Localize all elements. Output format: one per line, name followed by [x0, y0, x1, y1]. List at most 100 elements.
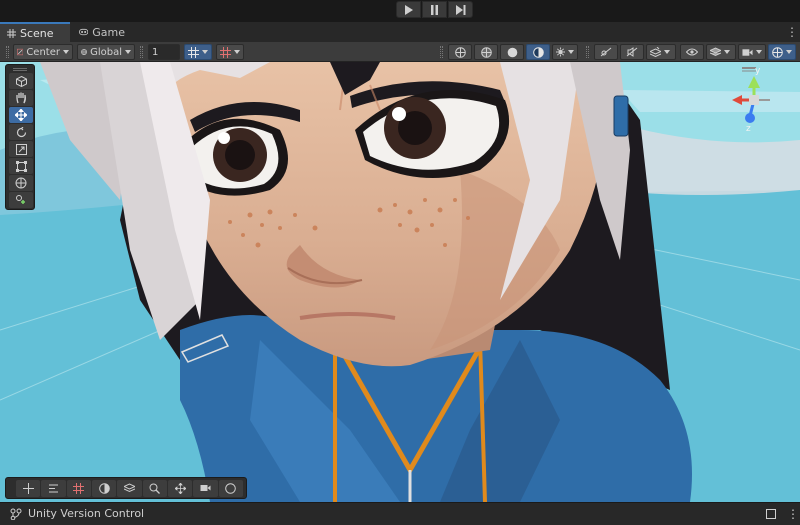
compass-icon	[225, 482, 237, 494]
overlay-camera-button[interactable]	[193, 479, 218, 497]
camera-icon	[200, 485, 211, 491]
sun-icon	[556, 47, 565, 57]
chevron-down-icon	[568, 50, 574, 54]
chevron-down-icon	[664, 50, 670, 54]
grid-snap-field[interactable]: 1	[148, 44, 180, 60]
custom-tool-button[interactable]	[9, 192, 33, 208]
toolbar-grip	[586, 46, 589, 58]
scene-toolbar: Center Global 1	[0, 42, 800, 62]
grid-icon	[73, 482, 85, 494]
pause-icon	[431, 4, 438, 15]
scene-viewport[interactable]	[0, 62, 800, 502]
overlay-move-button[interactable]	[16, 479, 41, 497]
custom-tool-icon	[16, 195, 25, 204]
kebab-menu-icon[interactable]: ⋮	[787, 507, 799, 521]
increment-snap-icon	[220, 46, 231, 58]
shaded-wireframe-icon	[480, 46, 492, 58]
lit-shading-button[interactable]	[526, 44, 550, 60]
hand-tool-icon	[15, 92, 26, 104]
transform-tool-button[interactable]	[9, 175, 33, 191]
layers-dropdown[interactable]	[706, 44, 736, 60]
toolbar-grip	[140, 46, 143, 58]
tab-game[interactable]: Game	[72, 22, 132, 42]
pause-button[interactable]	[422, 1, 447, 18]
scene-grid-icon	[7, 28, 16, 38]
play-icon	[405, 4, 413, 15]
2d-toggle-button[interactable]	[594, 44, 618, 60]
overlay-compass-button[interactable]	[218, 479, 243, 497]
transform-tool-icon	[15, 177, 27, 189]
overlay-toolbar	[5, 477, 247, 499]
rect-tool-button[interactable]	[9, 158, 33, 174]
handle-space-dropdown[interactable]: Global	[77, 44, 135, 60]
scale-tool-icon	[15, 143, 27, 155]
chevron-down-icon	[63, 50, 69, 54]
overlay-snapping-button[interactable]	[41, 479, 66, 497]
shaded-wireframe-button[interactable]	[474, 44, 498, 60]
chevron-down-icon	[756, 50, 762, 54]
move-tool-icon	[15, 109, 27, 121]
chevron-down-icon	[202, 50, 208, 54]
move-tool-button[interactable]	[9, 107, 33, 123]
tab-scene-label: Scene	[20, 26, 54, 40]
camera-off-icon	[600, 47, 612, 57]
overlay-search-button[interactable]	[142, 479, 167, 497]
grid-snap-icon	[188, 46, 199, 58]
play-button[interactable]	[396, 1, 421, 18]
rect-tool-icon	[15, 160, 27, 172]
overlay-lighting-button[interactable]	[91, 479, 117, 497]
status-bar: Unity Version Control ⋮	[0, 502, 800, 525]
scene-camera-dropdown[interactable]	[738, 44, 766, 60]
gizmos-dropdown[interactable]	[768, 44, 796, 60]
scene-visibility-button[interactable]	[680, 44, 704, 60]
wireframe-shading-button[interactable]	[448, 44, 472, 60]
crosshair-icon	[22, 482, 34, 494]
effects-dropdown[interactable]	[646, 44, 676, 60]
view-tab-strip: Scene Game ⋮	[0, 22, 800, 42]
gizmo-y-label: y	[755, 66, 761, 76]
increment-snap-toggle[interactable]	[216, 44, 244, 60]
grid-snap-toggle[interactable]	[184, 44, 212, 60]
chevron-down-icon	[125, 50, 131, 54]
overlay-effects-button[interactable]	[117, 479, 142, 497]
solid-sphere-icon	[507, 47, 517, 57]
tools-drag-handle[interactable]	[13, 68, 27, 71]
view-tool-button[interactable]	[9, 73, 33, 89]
video-camera-icon	[742, 48, 753, 56]
globe-icon	[81, 49, 87, 55]
play-controls	[396, 1, 473, 18]
play-mode-bar	[0, 0, 800, 21]
audio-toggle-button[interactable]	[620, 44, 644, 60]
layers-icon	[123, 483, 135, 493]
overlay-transform-button[interactable]	[167, 479, 193, 497]
toolbar-grip	[6, 46, 9, 58]
search-icon	[149, 483, 161, 494]
pivot-mode-label: Center	[26, 46, 60, 58]
step-button[interactable]	[448, 1, 473, 18]
orientation-gizmo[interactable]: y z	[722, 64, 794, 154]
tab-scene[interactable]: Scene	[0, 22, 70, 42]
unlit-shading-button[interactable]	[500, 44, 524, 60]
toolbar-grip	[440, 46, 443, 58]
grid-snap-value: 1	[152, 46, 159, 58]
align-icon	[48, 484, 58, 492]
rotate-tool-button[interactable]	[9, 124, 33, 140]
rotate-tool-icon	[16, 126, 26, 137]
wireframe-sphere-icon	[454, 46, 466, 58]
pivot-mode-dropdown[interactable]: Center	[13, 44, 73, 60]
move-arrows-icon	[174, 482, 186, 494]
axis-gizmo-icon	[732, 67, 770, 123]
eye-icon	[686, 48, 698, 56]
kebab-menu-icon[interactable]: ⋮	[786, 25, 798, 39]
effects-layers-icon	[650, 47, 661, 57]
draw-mode-dropdown[interactable]	[552, 44, 578, 60]
maximize-icon[interactable]	[766, 509, 776, 519]
chevron-down-icon	[234, 50, 240, 54]
version-control-label[interactable]: Unity Version Control	[28, 507, 144, 520]
handle-space-label: Global	[90, 46, 122, 58]
lit-sphere-icon	[532, 46, 544, 58]
hand-tool-button[interactable]	[9, 90, 33, 106]
overlay-grid-button[interactable]	[66, 479, 91, 497]
scale-tool-button[interactable]	[9, 141, 33, 157]
chevron-down-icon	[786, 50, 792, 54]
